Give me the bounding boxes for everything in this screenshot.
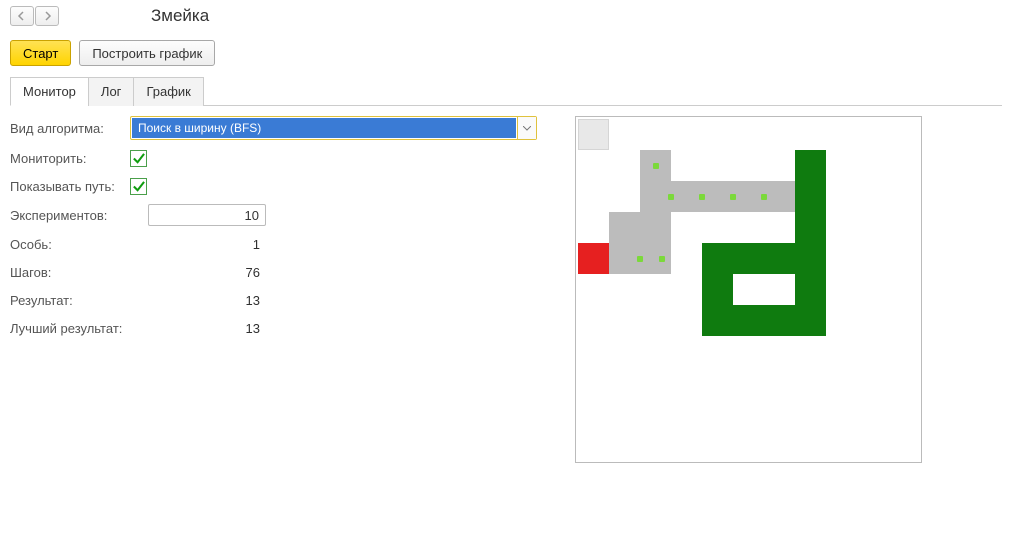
snake-cell — [795, 150, 826, 181]
food-cell — [578, 243, 609, 274]
path-dot — [730, 194, 736, 200]
tab-log[interactable]: Лог — [88, 77, 135, 106]
header-row: Змейка — [10, 6, 1002, 26]
individual-row: Особь: 1 — [10, 234, 555, 254]
monitor-label: Мониторить: — [10, 151, 130, 166]
path-dot — [668, 194, 674, 200]
path-cell — [609, 243, 640, 274]
experiments-row: Экспериментов: — [10, 204, 555, 226]
path-cell — [671, 181, 702, 212]
result-value: 13 — [148, 293, 260, 308]
experiments-input[interactable] — [148, 204, 266, 226]
snake-cell — [795, 243, 826, 274]
result-row: Результат: 13 — [10, 290, 555, 310]
form-panel: Вид алгоритма: Поиск в ширину (BFS) Мони… — [10, 116, 555, 346]
dropdown-toggle[interactable] — [517, 117, 536, 139]
build-plot-button[interactable]: Построить график — [79, 40, 215, 66]
stats-block: Особь: 1 Шагов: 76 Результат: 13 Лучший … — [10, 234, 555, 338]
arrow-left-icon — [17, 11, 27, 21]
game-board — [578, 119, 919, 460]
path-dot — [637, 256, 643, 262]
nav-back-button[interactable] — [10, 6, 34, 26]
algorithm-row: Вид алгоритма: Поиск в ширину (BFS) — [10, 116, 555, 140]
path-dot — [653, 163, 659, 169]
tab-monitor[interactable]: Монитор — [10, 77, 89, 106]
toolbar: Старт Построить график — [10, 40, 1002, 66]
game-board-frame — [575, 116, 922, 463]
start-button[interactable]: Старт — [10, 40, 71, 66]
path-dot — [761, 194, 767, 200]
individual-label: Особь: — [10, 237, 130, 252]
individual-value: 1 — [148, 237, 260, 252]
path-cell — [702, 181, 733, 212]
snake-cell — [702, 243, 733, 274]
tab-bar: Монитор Лог График — [10, 76, 1002, 106]
tab-chart[interactable]: График — [133, 77, 203, 106]
show-path-row: Показывать путь: — [10, 176, 555, 196]
algorithm-select[interactable]: Поиск в ширину (BFS) — [130, 116, 537, 140]
experiments-label: Экспериментов: — [10, 208, 130, 223]
snake-cell — [795, 305, 826, 336]
path-cell — [640, 243, 671, 274]
path-dot — [699, 194, 705, 200]
steps-value: 76 — [148, 265, 260, 280]
path-dot — [659, 256, 665, 262]
snake-cell — [733, 305, 764, 336]
path-cell — [640, 181, 671, 212]
snake-cell — [764, 243, 795, 274]
show-path-checkbox[interactable] — [130, 178, 147, 195]
page-title: Змейка — [151, 6, 209, 26]
snake-cell — [702, 305, 733, 336]
best-result-value: 13 — [148, 321, 260, 336]
path-cell — [609, 212, 640, 243]
steps-label: Шагов: — [10, 265, 130, 280]
snake-cell — [795, 274, 826, 305]
check-icon — [132, 152, 145, 165]
algorithm-label: Вид алгоритма: — [10, 121, 130, 136]
monitor-row: Мониторить: — [10, 148, 555, 168]
snake-cell — [733, 243, 764, 274]
start-tile — [578, 119, 609, 150]
check-icon — [132, 180, 145, 193]
monitor-checkbox[interactable] — [130, 150, 147, 167]
best-result-row: Лучший результат: 13 — [10, 318, 555, 338]
snake-cell — [795, 212, 826, 243]
spacer — [10, 463, 1002, 503]
show-path-label: Показывать путь: — [10, 179, 130, 194]
snake-cell — [764, 305, 795, 336]
chevron-down-icon — [523, 126, 531, 131]
best-result-label: Лучший результат: — [10, 321, 130, 336]
snake-cell — [795, 181, 826, 212]
arrow-right-icon — [42, 11, 52, 21]
snake-cell — [702, 274, 733, 305]
nav-forward-button[interactable] — [35, 6, 59, 26]
result-label: Результат: — [10, 293, 130, 308]
path-cell — [733, 181, 764, 212]
path-cell — [640, 212, 671, 243]
steps-row: Шагов: 76 — [10, 262, 555, 282]
path-cell — [764, 181, 795, 212]
tab-content: Вид алгоритма: Поиск в ширину (BFS) Мони… — [10, 116, 1002, 463]
algorithm-value: Поиск в ширину (BFS) — [132, 118, 516, 138]
